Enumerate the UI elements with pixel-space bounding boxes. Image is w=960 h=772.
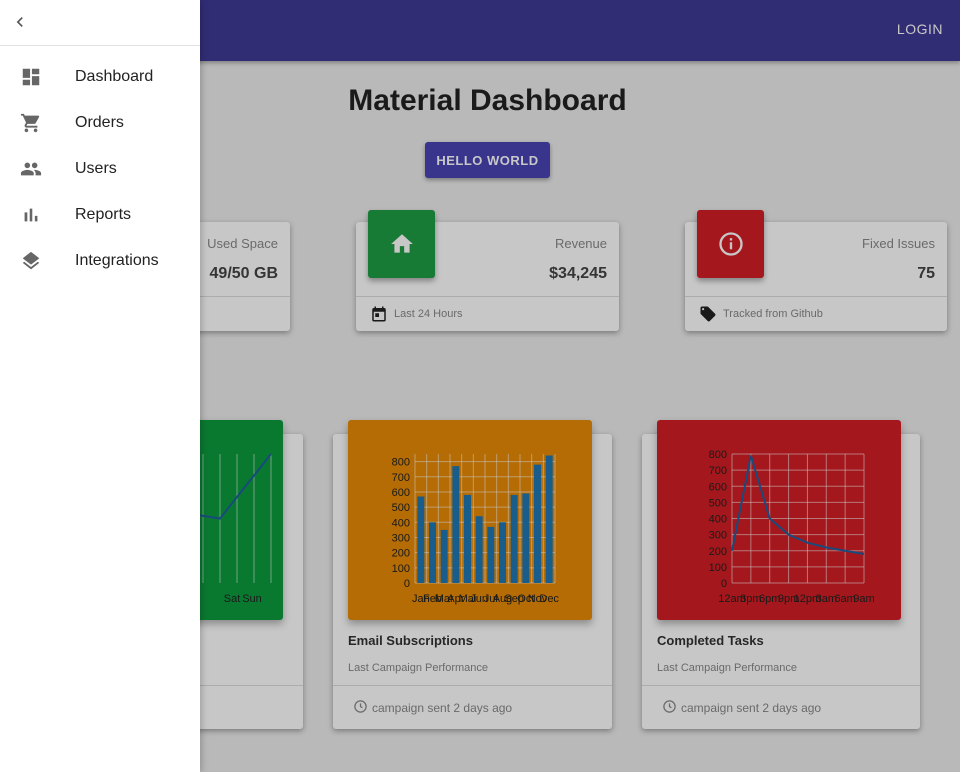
chevron-left-icon[interactable] [10,12,30,32]
drawer-header [0,0,200,46]
nav-item-reports[interactable]: Reports [0,192,200,238]
nav-drawer: Dashboard Orders Users Reports Integrati… [0,0,200,772]
nav-label: Users [75,160,117,177]
nav-label: Dashboard [75,68,154,85]
bar-chart-icon [24,208,38,222]
people-icon [20,162,42,176]
nav-item-orders[interactable]: Orders [0,100,200,146]
nav-label: Orders [75,114,124,131]
nav-item-dashboard[interactable]: Dashboard [0,54,200,100]
cart-icon [20,113,40,133]
nav-item-users[interactable]: Users [0,146,200,192]
nav-label: Reports [75,206,132,223]
nav-item-integrations[interactable]: Integrations [0,238,200,284]
layers-icon [22,251,40,270]
nav-label: Integrations [75,252,159,269]
dashboard-icon [22,68,40,86]
